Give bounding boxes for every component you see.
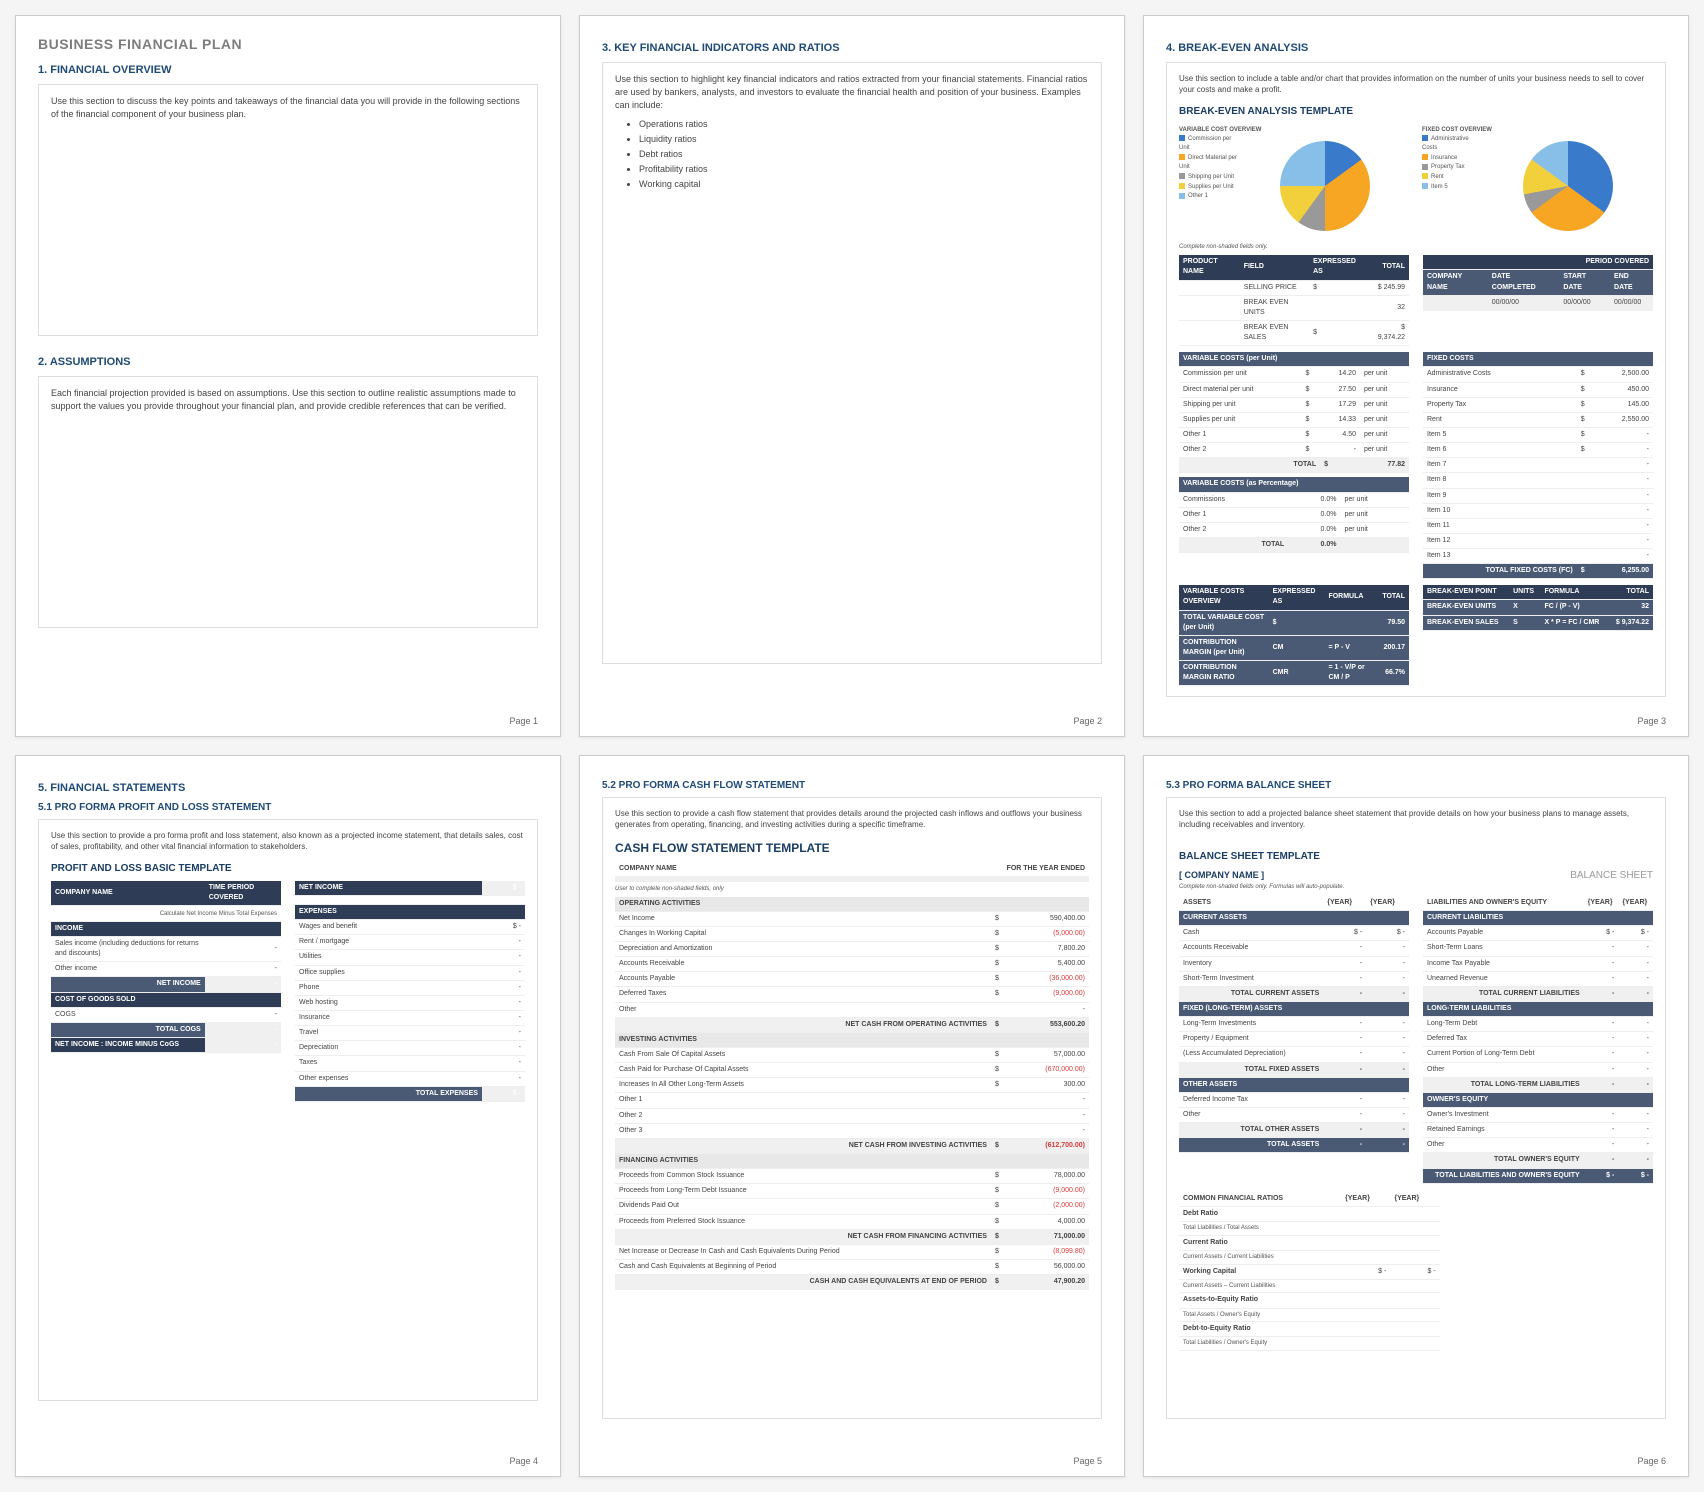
legend-2: Administrative Costs Insurance Property … bbox=[1422, 135, 1482, 237]
legend-1: Commission per Unit Direct Material per … bbox=[1179, 135, 1239, 237]
sec-4-head: 4. BREAK-EVEN ANALYSIS bbox=[1166, 42, 1666, 54]
sub-52: 5.2 PRO FORMA CASH FLOW STATEMENT bbox=[602, 780, 1102, 791]
ratio-list: Operations ratios Liquidity ratios Debt … bbox=[639, 118, 1089, 191]
be-template-title: BREAK-EVEN ANALYSIS TEMPLATE bbox=[1179, 105, 1653, 120]
page-num: Page 3 bbox=[1637, 716, 1666, 726]
sec-3-head: 3. KEY FINANCIAL INDICATORS AND RATIOS bbox=[602, 42, 1102, 54]
vc-overview-table: VARIABLE COSTS OVERVIEWEXPRESSED ASFORMU… bbox=[1179, 585, 1409, 686]
page-2: 3. KEY FINANCIAL INDICATORS AND RATIOS U… bbox=[579, 15, 1125, 737]
sec-3-box: Use this section to highlight key financ… bbox=[602, 62, 1102, 664]
page-5: 5.2 PRO FORMA CASH FLOW STATEMENT Use th… bbox=[579, 755, 1125, 1477]
cf-box: Use this section to provide a cash flow … bbox=[602, 797, 1102, 1419]
sub-51: 5.1 PRO FORMA PROFIT AND LOSS STATEMENT bbox=[38, 802, 538, 813]
doc-title: BUSINESS FINANCIAL PLAN bbox=[38, 36, 538, 52]
period-table: PERIOD COVERED COMPANY NAMEDATE COMPLETE… bbox=[1423, 255, 1653, 311]
page-num: Page 1 bbox=[509, 716, 538, 726]
cf-head: COMPANY NAMEFOR THE YEAR ENDED bbox=[615, 862, 1089, 882]
sub-53: 5.3 PRO FORMA BALANCE SHEET bbox=[1166, 780, 1666, 791]
page-3: 4. BREAK-EVEN ANALYSIS Use this section … bbox=[1143, 15, 1689, 737]
sec-5-head: 5. FINANCIAL STATEMENTS bbox=[38, 782, 538, 794]
page-num: Page 5 bbox=[1073, 1456, 1102, 1466]
be-point-table: BREAK-EVEN POINTUNITSFORMULATOTAL BREAK-… bbox=[1423, 585, 1653, 630]
page-4: 5. FINANCIAL STATEMENTS 5.1 PRO FORMA PR… bbox=[15, 755, 561, 1477]
sec-2-box: Each financial projection provided is ba… bbox=[38, 376, 538, 628]
vc-pct-table: VARIABLE COSTS (as Percentage) Commissio… bbox=[1179, 477, 1409, 553]
pl-box: Use this section to provide a pro forma … bbox=[38, 819, 538, 1401]
sec-1-head: 1. FINANCIAL OVERVIEW bbox=[38, 64, 538, 76]
sec-4-box: Use this section to include a table and/… bbox=[1166, 62, 1666, 697]
page-6: 5.3 PRO FORMA BALANCE SHEET Use this sec… bbox=[1143, 755, 1689, 1477]
product-table: PRODUCT NAMEFIELDEXPRESSED ASTOTAL SELLI… bbox=[1179, 255, 1409, 346]
page-1: BUSINESS FINANCIAL PLAN 1. FINANCIAL OVE… bbox=[15, 15, 561, 737]
page-num: Page 4 bbox=[509, 1456, 538, 1466]
page-num: Page 2 bbox=[1073, 716, 1102, 726]
sec-1-box: Use this section to discuss the key poin… bbox=[38, 84, 538, 336]
cf-table: OPERATING ACTIVITIES Net Income$590,400.… bbox=[615, 897, 1089, 1291]
page-num: Page 6 bbox=[1637, 1456, 1666, 1466]
pl-left: COMPANY NAMETIME PERIOD COVERED Calculat… bbox=[51, 881, 281, 1053]
pie-chart-fixed bbox=[1523, 141, 1613, 231]
bs-box: Use this section to add a projected bala… bbox=[1166, 797, 1666, 1419]
fixed-cost-table: FIXED COSTS Administrative Costs$2,500.0… bbox=[1423, 352, 1653, 579]
pl-right: NET INCOME$ - EXPENSES Wages and benefit… bbox=[295, 881, 525, 1102]
variable-cost-table: VARIABLE COSTS (per Unit) Commission per… bbox=[1179, 352, 1409, 473]
bs-assets: ASSETS{YEAR}{YEAR} CURRENT ASSETS Cash$ … bbox=[1179, 896, 1409, 1153]
bs-liab: LIABILITIES AND OWNER'S EQUITY{YEAR}{YEA… bbox=[1423, 896, 1653, 1184]
sec-2-head: 2. ASSUMPTIONS bbox=[38, 356, 538, 368]
pie-chart-variable bbox=[1280, 141, 1370, 231]
cfr-table: COMMON FINANCIAL RATIOS{YEAR}{YEAR} Debt… bbox=[1179, 1192, 1440, 1351]
